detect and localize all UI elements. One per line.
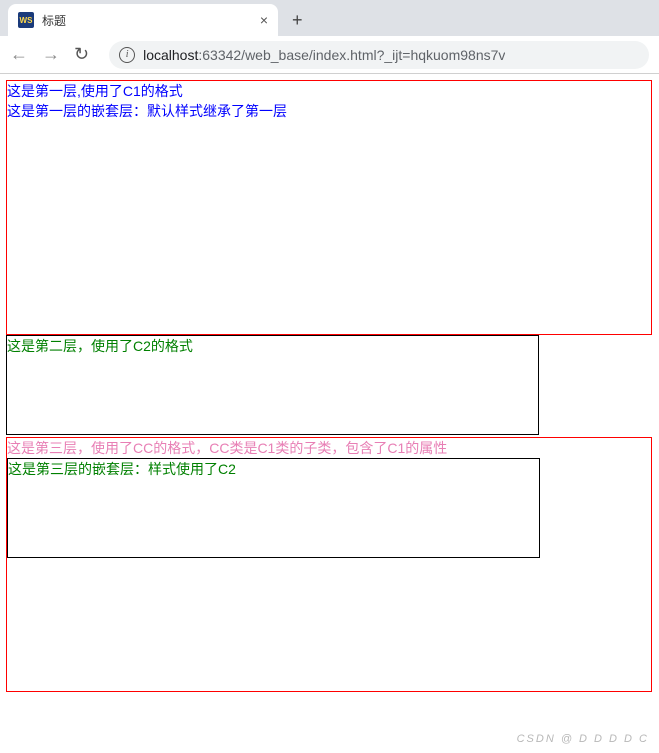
layer-3-nested-text: 这是第三层的嵌套层：样式使用了C2 xyxy=(8,461,236,477)
layer-1-box: 这是第一层,使用了C1的格式 这是第一层的嵌套层：默认样式继承了第一层 xyxy=(6,80,652,335)
layer-1-text: 这是第一层,使用了C1的格式 xyxy=(7,83,183,99)
browser-chrome: WS 标题 × + ← → ↻ i localhost:63342/web_ba… xyxy=(0,0,659,74)
url-bar[interactable]: i localhost:63342/web_base/index.html?_i… xyxy=(109,41,649,69)
new-tab-button[interactable]: + xyxy=(292,10,303,31)
site-info-icon[interactable]: i xyxy=(119,47,135,63)
layer-3-nested: 这是第三层的嵌套层：样式使用了C2 xyxy=(7,458,540,558)
watermark: CSDN @ D D D D C xyxy=(517,733,649,745)
layer-1-nested-text: 这是第一层的嵌套层：默认样式继承了第一层 xyxy=(7,103,287,119)
tab-bar: WS 标题 × + xyxy=(0,0,659,36)
page-content: 这是第一层,使用了C1的格式 这是第一层的嵌套层：默认样式继承了第一层 这是第二… xyxy=(0,74,659,698)
layer-2-text: 这是第二层，使用了C2的格式 xyxy=(7,338,193,354)
close-icon[interactable]: × xyxy=(260,12,268,28)
layer-3-text: 这是第三层，使用了CC的格式，CC类是C1类的子类，包含了C1的属性 xyxy=(7,440,447,456)
layer-2-box: 这是第二层，使用了C2的格式 xyxy=(6,335,539,435)
layer-1-nested: 这是第一层的嵌套层：默认样式继承了第一层 xyxy=(7,101,651,121)
tab-title: 标题 xyxy=(42,12,252,29)
forward-button[interactable]: → xyxy=(42,44,60,65)
layer-3-box: 这是第三层，使用了CC的格式，CC类是C1类的子类，包含了C1的属性 这是第三层… xyxy=(6,437,652,692)
back-button[interactable]: ← xyxy=(10,44,28,65)
browser-tab[interactable]: WS 标题 × xyxy=(8,4,278,36)
url-text: localhost:63342/web_base/index.html?_ijt… xyxy=(143,47,505,63)
address-bar: ← → ↻ i localhost:63342/web_base/index.h… xyxy=(0,36,659,74)
tab-favicon: WS xyxy=(18,12,34,28)
reload-button[interactable]: ↻ xyxy=(74,44,89,65)
